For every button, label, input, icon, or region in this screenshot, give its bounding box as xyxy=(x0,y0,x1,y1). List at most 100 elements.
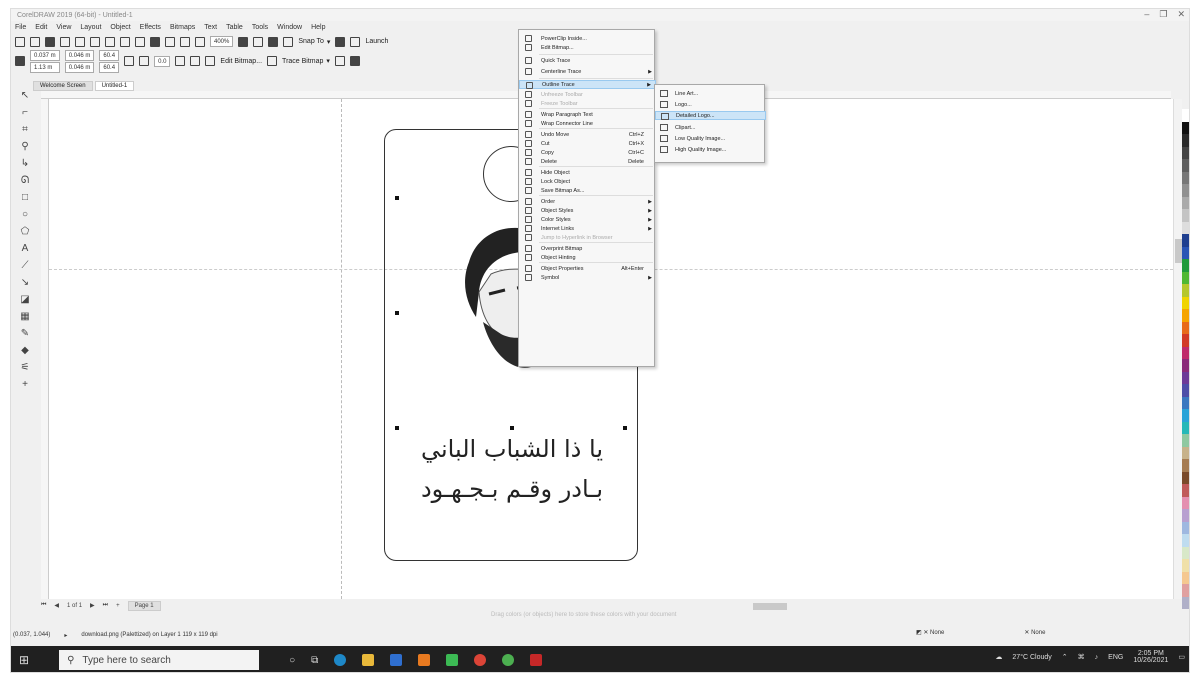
menu-item-copy[interactable]: Copy Ctrl+C xyxy=(519,148,656,157)
submenu-item-detailed-logo[interactable]: Detailed Logo... xyxy=(655,111,766,120)
submenu-item-logo[interactable]: Logo... xyxy=(655,100,766,109)
arabic-text-line-2[interactable]: بـادر وقـم بـجـهـود xyxy=(385,475,639,503)
mirror-horizontal-icon[interactable] xyxy=(175,56,186,66)
clock[interactable]: 2:05 PM 10/26/2021 xyxy=(1133,650,1168,664)
pick-tool-icon[interactable]: ↖ xyxy=(19,89,31,101)
outline-status[interactable]: ✕ None xyxy=(1024,629,1045,636)
publish-pdf-icon[interactable] xyxy=(195,36,205,47)
lock-ratio-icon[interactable] xyxy=(124,56,135,66)
palette-swatch[interactable] xyxy=(1182,584,1189,597)
vertical-scrollbar[interactable] xyxy=(1173,99,1182,599)
show-guides-icon[interactable] xyxy=(283,36,294,47)
menu-item-delete[interactable]: Delete Delete xyxy=(519,157,656,166)
tab-untitled-1[interactable]: Untitled-1 xyxy=(94,81,135,91)
show-rulers-icon[interactable] xyxy=(253,36,264,47)
start-icon[interactable]: ⊞ xyxy=(19,653,29,667)
crop-bitmap-icon[interactable] xyxy=(349,56,360,66)
palette-swatch[interactable] xyxy=(1182,446,1189,459)
palette-swatch[interactable] xyxy=(1182,359,1189,372)
menu-text[interactable]: Text xyxy=(204,24,217,31)
menu-table[interactable]: Table xyxy=(226,24,243,31)
menu-item-object-properties[interactable]: Object Properties Alt+Enter xyxy=(519,264,656,273)
menu-edit[interactable]: Edit xyxy=(35,24,47,31)
palette-swatch[interactable] xyxy=(1182,459,1189,472)
weather-icon[interactable]: ☁ xyxy=(995,653,1002,661)
palette-swatch[interactable] xyxy=(1182,134,1189,147)
cortana-icon[interactable]: ○ xyxy=(289,655,295,666)
menu-file[interactable]: File xyxy=(15,24,26,31)
palette-swatch[interactable] xyxy=(1182,284,1189,297)
menu-item-centerline-trace[interactable]: Centerline Trace ▶ xyxy=(519,67,656,76)
edit-bitmap-icon[interactable] xyxy=(205,56,216,66)
palette-swatch[interactable] xyxy=(1182,521,1189,534)
menu-item-undo-move[interactable]: Undo Move Ctrl+Z xyxy=(519,130,656,139)
save-icon[interactable] xyxy=(45,36,55,47)
palette-swatch[interactable] xyxy=(1182,159,1189,172)
app-orange-icon[interactable] xyxy=(418,654,431,666)
menu-item-powerclip-inside[interactable]: PowerClip Inside... xyxy=(519,34,656,43)
fill-status[interactable]: ◩ ✕ None xyxy=(916,629,944,636)
palette-swatch[interactable] xyxy=(1182,246,1189,259)
trace-bitmap-icon[interactable] xyxy=(267,56,278,66)
selection-handle[interactable] xyxy=(395,311,399,315)
paste-icon[interactable] xyxy=(105,36,115,47)
ellipse-tool-icon[interactable]: ○ xyxy=(19,208,31,220)
selection-handle[interactable] xyxy=(623,426,627,430)
menu-object[interactable]: Object xyxy=(110,24,130,31)
connector-tool-icon[interactable]: ↘ xyxy=(19,276,31,288)
volume-icon[interactable]: ♪ xyxy=(1095,654,1099,661)
palette-swatch[interactable] xyxy=(1182,184,1189,197)
palette-swatch[interactable] xyxy=(1182,371,1189,384)
file-explorer-icon[interactable] xyxy=(362,654,375,666)
menu-item-edit-bitmap[interactable]: Edit Bitmap... xyxy=(519,43,656,52)
palette-swatch[interactable] xyxy=(1182,384,1189,397)
trace-bitmap-button[interactable]: Trace Bitmap ▾ xyxy=(282,57,330,66)
first-page-icon[interactable]: ⏮ xyxy=(41,602,46,609)
new-icon[interactable] xyxy=(15,36,25,47)
menu-item-quick-trace[interactable]: Quick Trace xyxy=(519,56,656,65)
palette-swatch[interactable] xyxy=(1182,346,1189,359)
palette-swatch[interactable] xyxy=(1182,409,1189,422)
palette-swatch[interactable] xyxy=(1182,234,1189,247)
x-position-field[interactable]: 0.037 m xyxy=(30,49,60,61)
edge-icon[interactable] xyxy=(334,654,347,666)
palette-swatch[interactable] xyxy=(1182,259,1189,272)
menu-tools[interactable]: Tools xyxy=(252,24,268,31)
launch-button[interactable]: Launch xyxy=(365,38,388,45)
palette-swatch[interactable] xyxy=(1182,271,1189,284)
weather-text[interactable]: 27°C Cloudy xyxy=(1012,654,1051,661)
crop-tool-icon[interactable]: ⌗ xyxy=(19,123,31,135)
menu-item-object-hinting[interactable]: Object Hinting xyxy=(519,253,656,262)
menu-item-hide-object[interactable]: Hide Object xyxy=(519,168,656,177)
minimize-icon[interactable]: – xyxy=(1144,9,1149,20)
palette-swatch[interactable] xyxy=(1182,121,1189,134)
palette-swatch[interactable] xyxy=(1182,109,1189,122)
resample-icon[interactable] xyxy=(334,56,345,66)
palette-swatch[interactable] xyxy=(1182,171,1189,184)
palette-swatch[interactable] xyxy=(1182,484,1189,497)
menu-item-wrap-connector-line[interactable]: Wrap Connector Line xyxy=(519,119,656,128)
menu-item-cut[interactable]: Cut Ctrl+X xyxy=(519,139,656,148)
width-field[interactable]: 0.046 m xyxy=(64,49,95,61)
menu-layout[interactable]: Layout xyxy=(80,24,101,31)
arabic-text-line-1[interactable]: يا ذا الشباب الباني xyxy=(385,435,639,463)
scale-x-field[interactable]: 60.4 xyxy=(99,49,120,61)
menu-item-outline-trace[interactable]: Outline Trace ▶ xyxy=(519,80,656,89)
last-page-icon[interactable]: ⏭ xyxy=(103,602,108,609)
prev-page-icon[interactable]: ◀ xyxy=(54,602,59,609)
open-icon[interactable] xyxy=(30,36,40,47)
network-icon[interactable]: ⌘ xyxy=(1078,653,1085,661)
edit-bitmap-button[interactable]: Edit Bitmap... xyxy=(220,58,262,65)
full-screen-icon[interactable] xyxy=(238,36,249,47)
tab-welcome-screen[interactable]: Welcome Screen xyxy=(33,81,93,91)
import-icon[interactable] xyxy=(165,36,175,47)
y-position-field[interactable]: 1.13 m xyxy=(30,61,60,73)
notification-icon[interactable]: ▭ xyxy=(1178,653,1185,661)
menu-item-save-bitmap-as[interactable]: Save Bitmap As... xyxy=(519,186,656,195)
menu-view[interactable]: View xyxy=(56,24,71,31)
zoom-level[interactable]: 400% xyxy=(210,36,234,47)
palette-swatch[interactable] xyxy=(1182,546,1189,559)
next-page-icon[interactable]: ▶ xyxy=(90,602,95,609)
palette-swatch[interactable] xyxy=(1182,296,1189,309)
palette-swatch[interactable] xyxy=(1182,146,1189,159)
